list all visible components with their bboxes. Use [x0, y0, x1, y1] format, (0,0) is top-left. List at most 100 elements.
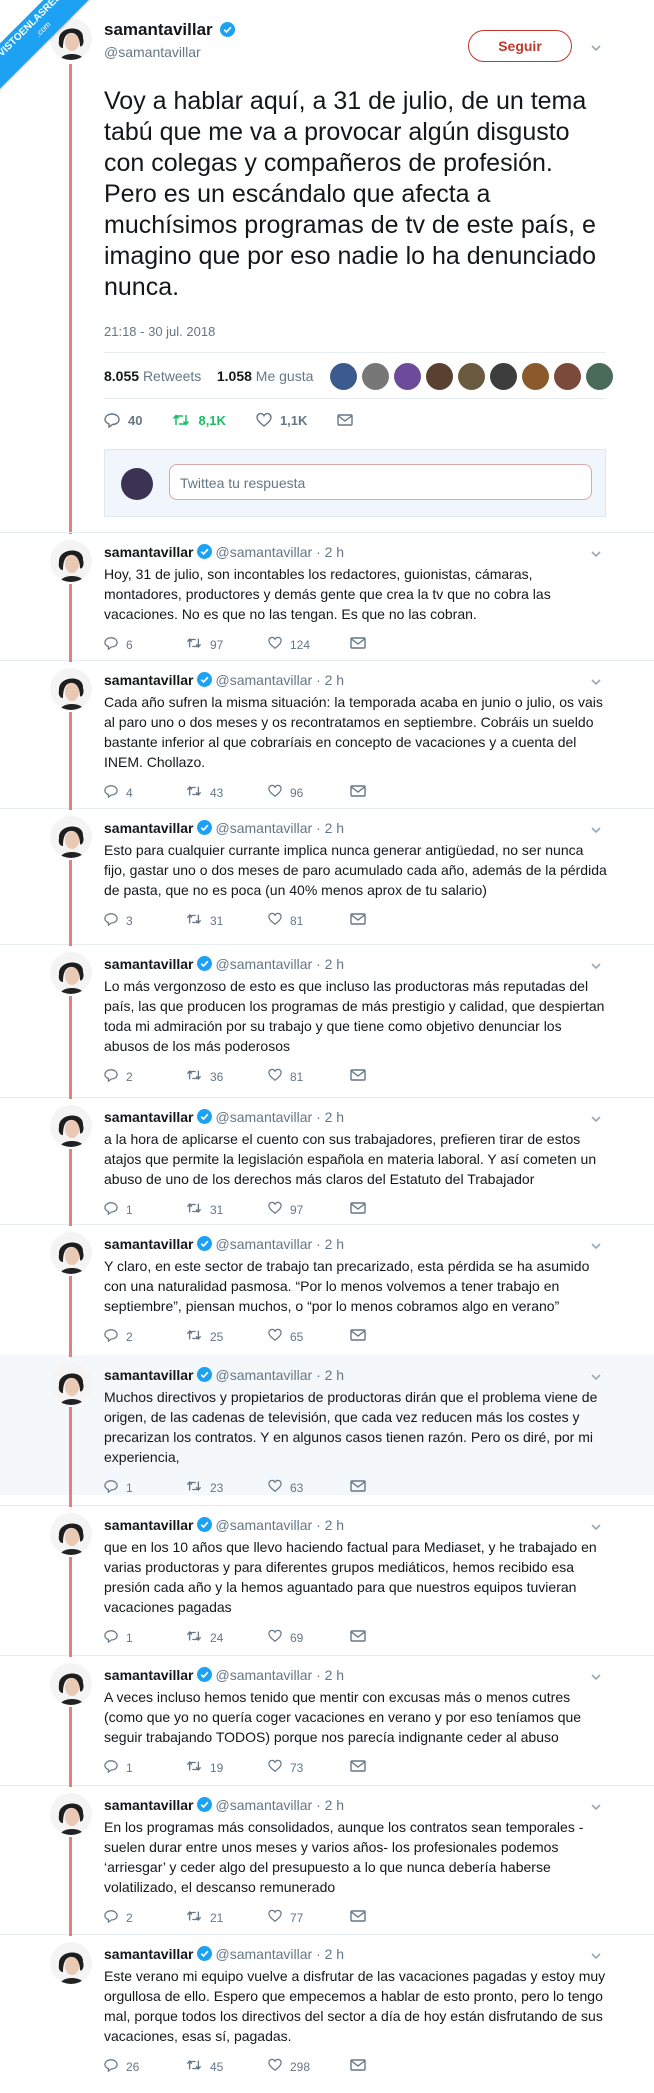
retweet-button[interactable]: 8,1K — [172, 412, 226, 428]
author-name[interactable]: samantavillar — [104, 672, 194, 688]
avatar[interactable] — [50, 816, 92, 858]
avatar[interactable] — [50, 952, 92, 994]
thread-tweet[interactable]: samantavillar @samantavillar · 2 h A veces… — [0, 1655, 654, 1775]
follow-button[interactable]: Seguir — [468, 30, 572, 62]
avatar[interactable] — [50, 1663, 92, 1705]
chevron-down-icon[interactable] — [590, 676, 602, 688]
author-handle[interactable]: @samantavillar — [104, 44, 235, 60]
author-meta[interactable]: @samantavillar · 2 h — [216, 544, 345, 560]
author-meta[interactable]: @samantavillar · 2 h — [216, 820, 345, 836]
thread-tweet[interactable]: samantavillar @samantavillar · 2 h Este ve… — [0, 1934, 654, 2081]
chevron-down-icon[interactable] — [590, 824, 602, 836]
reply-button[interactable]: 3 — [104, 912, 186, 929]
avatar[interactable] — [50, 540, 92, 582]
like-button[interactable]: 77 — [268, 1909, 350, 1926]
likes-label[interactable]: Me gusta — [256, 368, 314, 384]
like-button[interactable]: 69 — [268, 1629, 350, 1646]
retweet-button[interactable]: 45 — [186, 2058, 268, 2075]
liker-avatar[interactable] — [458, 363, 485, 390]
dm-button[interactable] — [350, 1759, 432, 1776]
author-name[interactable]: samantavillar — [104, 1667, 194, 1683]
like-button[interactable]: 97 — [268, 1201, 350, 1218]
retweet-button[interactable]: 31 — [186, 912, 268, 929]
like-button[interactable]: 81 — [268, 1068, 350, 1085]
thread-tweet[interactable]: samantavillar @samantavillar · 2 h Cada añ… — [0, 660, 654, 800]
reply-button[interactable]: 2 — [104, 1328, 186, 1345]
liker-avatar[interactable] — [330, 363, 357, 390]
retweet-button[interactable]: 97 — [186, 636, 268, 653]
retweet-button[interactable]: 31 — [186, 1201, 268, 1218]
like-button[interactable]: 298 — [268, 2058, 350, 2075]
liker-avatar[interactable] — [554, 363, 581, 390]
reply-input[interactable]: Twittea tu respuesta — [169, 464, 592, 500]
like-button[interactable]: 124 — [268, 636, 350, 653]
retweets-label[interactable]: Retweets — [143, 368, 201, 384]
chevron-down-icon[interactable] — [590, 1801, 602, 1813]
dm-button[interactable] — [350, 1328, 432, 1345]
dm-button[interactable] — [350, 2058, 432, 2075]
retweet-button[interactable]: 25 — [186, 1328, 268, 1345]
like-button[interactable]: 63 — [268, 1479, 350, 1496]
retweet-button[interactable]: 21 — [186, 1909, 268, 1926]
dm-button[interactable] — [350, 1068, 432, 1085]
chevron-down-icon[interactable] — [590, 548, 602, 560]
retweet-button[interactable]: 24 — [186, 1629, 268, 1646]
reply-button[interactable]: 1 — [104, 1479, 186, 1496]
chevron-down-icon[interactable] — [590, 1950, 602, 1962]
reply-button[interactable]: 26 — [104, 2058, 186, 2075]
chevron-down-icon[interactable] — [590, 42, 602, 54]
liker-avatar[interactable] — [362, 363, 389, 390]
avatar[interactable] — [50, 1942, 92, 1984]
dm-button[interactable] — [350, 1479, 432, 1496]
reply-button[interactable]: 4 — [104, 784, 186, 801]
liker-avatar[interactable] — [490, 363, 517, 390]
dm-button[interactable] — [337, 413, 361, 427]
author-name[interactable]: samantavillar — [104, 1797, 194, 1813]
chevron-down-icon[interactable] — [590, 1371, 602, 1383]
author-meta[interactable]: @samantavillar · 2 h — [216, 1236, 345, 1252]
author-name[interactable]: samantavillar — [104, 956, 194, 972]
avatar[interactable] — [50, 1513, 92, 1555]
chevron-down-icon[interactable] — [590, 960, 602, 972]
author-meta[interactable]: @samantavillar · 2 h — [216, 1667, 345, 1683]
retweet-button[interactable]: 23 — [186, 1479, 268, 1496]
likes-count[interactable]: 1.058 — [217, 368, 252, 384]
reply-button[interactable]: 1 — [104, 1759, 186, 1776]
reply-button[interactable]: 2 — [104, 1068, 186, 1085]
thread-tweet[interactable]: samantavillar @samantavillar · 2 h Lo más … — [0, 944, 654, 1084]
author-name[interactable]: samantavillar — [104, 1109, 194, 1125]
author-name[interactable]: samantavillar — [104, 1517, 194, 1533]
thread-tweet[interactable]: samantavillar @samantavillar · 2 h Muchos … — [0, 1355, 654, 1495]
retweets-count[interactable]: 8.055 — [104, 368, 139, 384]
reply-button[interactable]: 1 — [104, 1201, 186, 1218]
reply-button[interactable]: 2 — [104, 1909, 186, 1926]
reply-button[interactable]: 6 — [104, 636, 186, 653]
thread-tweet[interactable]: samantavillar @samantavillar · 2 h En los … — [0, 1785, 654, 1925]
author-name[interactable]: samantavillar — [104, 20, 213, 39]
dm-button[interactable] — [350, 1909, 432, 1926]
like-button[interactable]: 1,1K — [256, 412, 307, 428]
avatar[interactable] — [50, 668, 92, 710]
chevron-down-icon[interactable] — [590, 1113, 602, 1125]
dm-button[interactable] — [350, 636, 432, 653]
author-name[interactable]: samantavillar — [104, 544, 194, 560]
liker-avatar[interactable] — [522, 363, 549, 390]
liker-avatar[interactable] — [426, 363, 453, 390]
retweet-button[interactable]: 19 — [186, 1759, 268, 1776]
avatar[interactable] — [50, 1793, 92, 1835]
dm-button[interactable] — [350, 912, 432, 929]
thread-tweet[interactable]: samantavillar @samantavillar · 2 h Hoy, 31… — [0, 532, 654, 652]
dm-button[interactable] — [350, 1201, 432, 1218]
author-meta[interactable]: @samantavillar · 2 h — [216, 1797, 345, 1813]
thread-tweet[interactable]: samantavillar @samantavillar · 2 h que en … — [0, 1505, 654, 1645]
retweet-button[interactable]: 43 — [186, 784, 268, 801]
liker-avatar[interactable] — [394, 363, 421, 390]
author-name[interactable]: samantavillar — [104, 1367, 194, 1383]
chevron-down-icon[interactable] — [590, 1240, 602, 1252]
tweet-date[interactable]: 21:18 - 30 jul. 2018 — [104, 324, 215, 339]
like-button[interactable]: 65 — [268, 1328, 350, 1345]
avatar[interactable] — [50, 1232, 92, 1274]
avatar[interactable] — [50, 1363, 92, 1405]
chevron-down-icon[interactable] — [590, 1671, 602, 1683]
like-button[interactable]: 81 — [268, 912, 350, 929]
